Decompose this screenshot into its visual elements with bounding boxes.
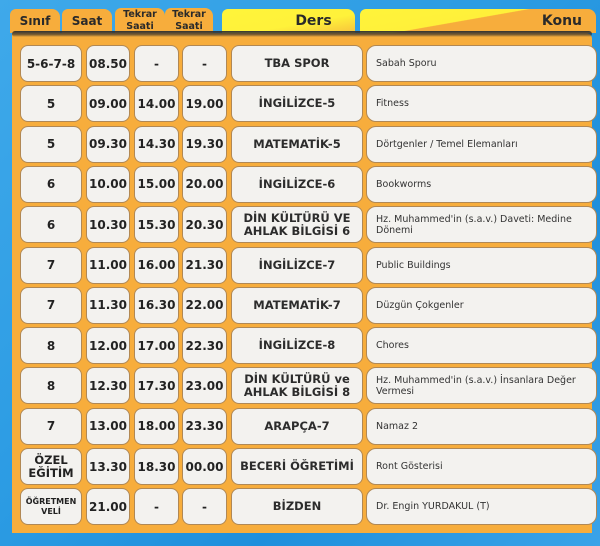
cell-tekrar-saati-2: 22.30 <box>182 327 227 365</box>
cell-tekrar-saati-2: 21.30 <box>182 246 227 284</box>
cell-sinif: 6 <box>20 206 82 244</box>
cell-tekrar-saati-2: 22.00 <box>182 286 227 324</box>
cell-sinif: 5 <box>20 125 82 163</box>
cell-konu: Dörtgenler / Temel Elemanları <box>366 125 597 163</box>
cell-tekrar-saati-2: 23.00 <box>182 367 227 405</box>
cell-sinif: ÖĞRETMEN VELİ <box>20 488 82 526</box>
cell-tekrar-saati-1: 16.30 <box>134 286 179 324</box>
header-tekrar2-line2: Saati <box>175 20 203 32</box>
cell-ders: BİZDEN <box>231 488 363 526</box>
cell-sinif: 5 <box>20 85 82 123</box>
cell-konu: Fitness <box>366 85 597 123</box>
cell-ders: BECERİ ÖĞRETİMİ <box>231 448 363 485</box>
cell-tekrar-saati-2: 00.00 <box>182 448 227 485</box>
cell-konu: Public Buildings <box>366 246 597 284</box>
cell-saat: 10.30 <box>86 206 130 244</box>
header-tekrar1-line2: Saati <box>126 20 154 32</box>
cell-tekrar-saati-2: 20.30 <box>182 206 227 244</box>
cell-konu: Dr. Engin YURDAKUL (T) <box>366 488 597 526</box>
cell-tekrar-saati-1: - <box>134 45 179 82</box>
cell-sinif: 8 <box>20 367 82 405</box>
cell-saat: 08.50 <box>86 45 130 82</box>
cell-ders: MATEMATİK-7 <box>231 286 363 324</box>
cell-saat: 13.30 <box>86 448 130 485</box>
cell-tekrar-saati-1: 15.00 <box>134 165 179 203</box>
cell-ders: DİN KÜLTÜRÜ VE AHLAK BİLGİSİ 6 <box>231 206 363 244</box>
cell-tekrar-saati-2: 23.30 <box>182 407 227 445</box>
cell-konu: Namaz 2 <box>366 407 597 445</box>
cell-saat: 11.30 <box>86 286 130 324</box>
header-tekrar-saati-1: Tekrar Saati <box>115 8 165 33</box>
cell-ders: İNGİLİZCE-8 <box>231 327 363 365</box>
cell-konu: Düzgün Çokgenler <box>366 286 597 324</box>
cell-tekrar-saati-1: 15.30 <box>134 206 179 244</box>
cell-saat: 12.00 <box>86 327 130 365</box>
cell-saat: 09.00 <box>86 85 130 123</box>
header-ders: Ders <box>222 9 355 33</box>
cell-sinif: 7 <box>20 407 82 445</box>
cell-tekrar-saati-2: - <box>182 488 227 526</box>
cell-tekrar-saati-1: 14.00 <box>134 85 179 123</box>
cell-ders: TBA SPOR <box>231 45 363 82</box>
cell-tekrar-saati-2: 19.00 <box>182 85 227 123</box>
cell-ders: İNGİLİZCE-5 <box>231 85 363 123</box>
header-sinif-label: Sınıf <box>19 14 51 28</box>
schedule-panel: 5-6-7-8 08.50 - - TBA SPOR Sabah Sporu 5… <box>12 33 597 533</box>
header-tekrar-saati-2: Tekrar Saati <box>165 8 213 33</box>
cell-sinif: ÖZEL EĞİTİM <box>20 448 82 485</box>
cell-sinif: 7 <box>20 286 82 324</box>
cell-sinif: 5-6-7-8 <box>20 45 82 82</box>
cell-sinif: 6 <box>20 165 82 203</box>
cell-sinif: 8 <box>20 327 82 365</box>
cell-tekrar-saati-1: - <box>134 488 179 526</box>
cell-saat: 10.00 <box>86 165 130 203</box>
cell-saat: 21.00 <box>86 488 130 526</box>
cell-tekrar-saati-1: 17.30 <box>134 367 179 405</box>
header-tabs: Sınıf Saat Tekrar Saati Tekrar Saati Der… <box>0 0 600 34</box>
header-tekrar1-line1: Tekrar <box>123 8 157 20</box>
cell-konu: Ront Gösterisi <box>366 448 597 485</box>
header-saat: Saat <box>62 9 112 33</box>
cell-saat: 11.00 <box>86 246 130 284</box>
cell-saat: 12.30 <box>86 367 130 405</box>
cell-konu: Hz. Muhammed'in (s.a.v.) İnsanlara Değer… <box>366 367 597 405</box>
header-ders-label: Ders <box>295 13 332 29</box>
header-shadow <box>12 31 592 37</box>
cell-tekrar-saati-1: 16.00 <box>134 246 179 284</box>
cell-tekrar-saati-1: 17.00 <box>134 327 179 365</box>
cell-tekrar-saati-1: 18.00 <box>134 407 179 445</box>
cell-tekrar-saati-2: - <box>182 45 227 82</box>
cell-ders: ARAPÇA-7 <box>231 407 363 445</box>
cell-tekrar-saati-2: 19.30 <box>182 125 227 163</box>
cell-tekrar-saati-1: 18.30 <box>134 448 179 485</box>
cell-konu: Bookworms <box>366 165 597 203</box>
cell-konu: Sabah Sporu <box>366 45 597 82</box>
cell-tekrar-saati-2: 20.00 <box>182 165 227 203</box>
header-sinif: Sınıf <box>10 9 60 33</box>
cell-saat: 09.30 <box>86 125 130 163</box>
cell-ders: DİN KÜLTÜRÜ ve AHLAK BİLGİSİ 8 <box>231 367 363 405</box>
cell-sinif: 7 <box>20 246 82 284</box>
cell-ders: İNGİLİZCE-6 <box>231 165 363 203</box>
header-saat-label: Saat <box>71 14 103 28</box>
header-tekrar2-line1: Tekrar <box>172 8 206 20</box>
cell-saat: 13.00 <box>86 407 130 445</box>
cell-tekrar-saati-1: 14.30 <box>134 125 179 163</box>
header-konu-label: Konu <box>541 13 582 29</box>
cell-konu: Chores <box>366 327 597 365</box>
header-konu: Konu <box>360 9 596 33</box>
cell-konu: Hz. Muhammed'in (s.a.v.) Daveti: Medine … <box>366 206 597 244</box>
cell-ders: MATEMATİK-5 <box>231 125 363 163</box>
cell-ders: İNGİLİZCE-7 <box>231 246 363 284</box>
